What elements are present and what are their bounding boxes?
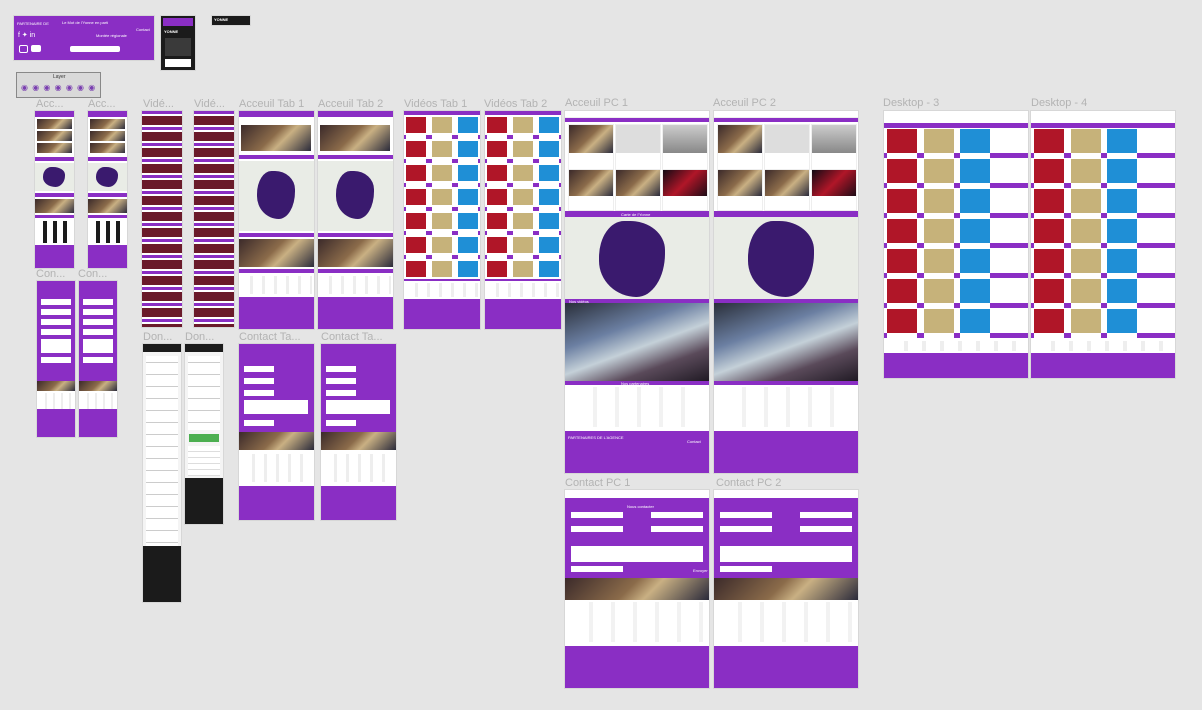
frame-label-don1[interactable]: Don... [143,331,172,343]
message-field[interactable] [571,546,703,562]
frame-desktop-4 [1031,111,1175,378]
frame-videos-tab-2 [485,111,561,329]
twitter-icon[interactable]: ✦ [22,32,28,39]
frame-label-acc1[interactable]: Acc... [36,98,64,110]
frame-desktop-3 [884,111,1028,378]
brand-logo-2: YONNE [214,17,229,22]
frame-videos-mobile-1 [142,111,182,327]
frame-label-contact-ta2[interactable]: Contact Ta... [321,331,383,343]
frame-contact-tab-2 [321,344,396,520]
frame-label-desktop4[interactable]: Desktop - 4 [1031,97,1087,109]
frame-label-contact-pc1[interactable]: Contact PC 1 [565,477,630,489]
widget-title: Le Mot de l'Yonne en parti [62,20,109,25]
frame-contact-pc-2 [714,490,858,688]
widget-left-text: PARTENAIRE DE [17,21,49,26]
linkedin-icon[interactable]: in [30,32,35,39]
frame-acc-mobile-1 [35,111,74,268]
frame-label-videos-tab1[interactable]: Vidéos Tab 1 [404,98,467,110]
frame-label-acc-tab2[interactable]: Acceuil Tab 2 [318,98,383,110]
frame-contact-tab-1 [239,344,314,520]
brand-header-widget: YONNE [212,16,250,25]
facebook-icon[interactable]: f [18,32,20,39]
frame-videos-mobile-2 [194,111,234,327]
frame-label-contact-ta1[interactable]: Contact Ta... [239,331,301,343]
footer-title: PARTENAIRES DE L'AGENCE [568,435,624,440]
frame-contact-mobile-2 [79,281,117,437]
frame-label-vid1[interactable]: Vidé... [143,98,174,110]
frame-label-con1[interactable]: Con... [36,268,65,280]
mobile-menu-widget: YONNE [161,16,195,70]
instagram-icon[interactable] [19,45,28,53]
email-field[interactable] [571,526,623,532]
social-icons: f ✦ in [18,31,35,39]
frame-accueil-tab-1 [239,111,314,329]
newsletter-widget: Le Mot de l'Yonne en parti PARTENAIRE DE… [14,16,154,60]
frame-label-don2[interactable]: Don... [185,331,214,343]
contact-form-title: Nous contacter [627,504,654,509]
layer-panel[interactable]: Layer ◉ ◉ ◉ ◉ ◉ ◉ ◉ [16,72,101,98]
layer-title: Layer [53,74,66,80]
frame-label-acc-pc2[interactable]: Acceuil PC 2 [713,97,776,109]
widget-right-text: Contact [136,27,150,32]
firstname-field[interactable] [651,512,703,518]
frame-contact-mobile-1 [37,281,75,437]
frame-label-acc-tab1[interactable]: Acceuil Tab 1 [239,98,304,110]
widget-middle-text: Montée régionale [96,33,127,38]
send-button[interactable]: Envoyer [693,568,708,573]
subject-field[interactable] [651,526,703,532]
frame-accueil-pc-1: Carte de l'Yonne Nos vidéos Nos partenai… [565,111,709,473]
partners-section-title: Nos partenaires [621,381,650,386]
frame-acc-mobile-2 [88,111,127,268]
upload-field[interactable] [571,566,623,572]
frame-label-acc2[interactable]: Acc... [88,98,116,110]
frame-videos-tab-1 [404,111,480,329]
youtube-icon[interactable] [31,45,41,52]
frame-accueil-tab-2 [318,111,393,329]
frame-label-contact-pc2[interactable]: Contact PC 2 [716,477,781,489]
footer-contact: Contact [687,439,701,444]
frame-label-con2[interactable]: Con... [78,268,107,280]
frame-label-desktop3[interactable]: Desktop - 3 [883,97,939,109]
name-field[interactable] [571,512,623,518]
frame-accueil-pc-2 [714,111,858,473]
frame-don-2 [185,344,223,524]
frame-don-1 [143,344,181,602]
newsletter-button[interactable] [70,46,120,52]
frame-label-vid2[interactable]: Vidé... [194,98,225,110]
frame-label-videos-tab2[interactable]: Vidéos Tab 2 [484,98,547,110]
frame-contact-pc-1: Nous contacter Envoyer [565,490,709,688]
layer-icons: ◉ ◉ ◉ ◉ ◉ ◉ ◉ [21,83,97,92]
frame-label-acc-pc1[interactable]: Acceuil PC 1 [565,97,628,109]
brand-logo: YONNE [164,29,179,34]
